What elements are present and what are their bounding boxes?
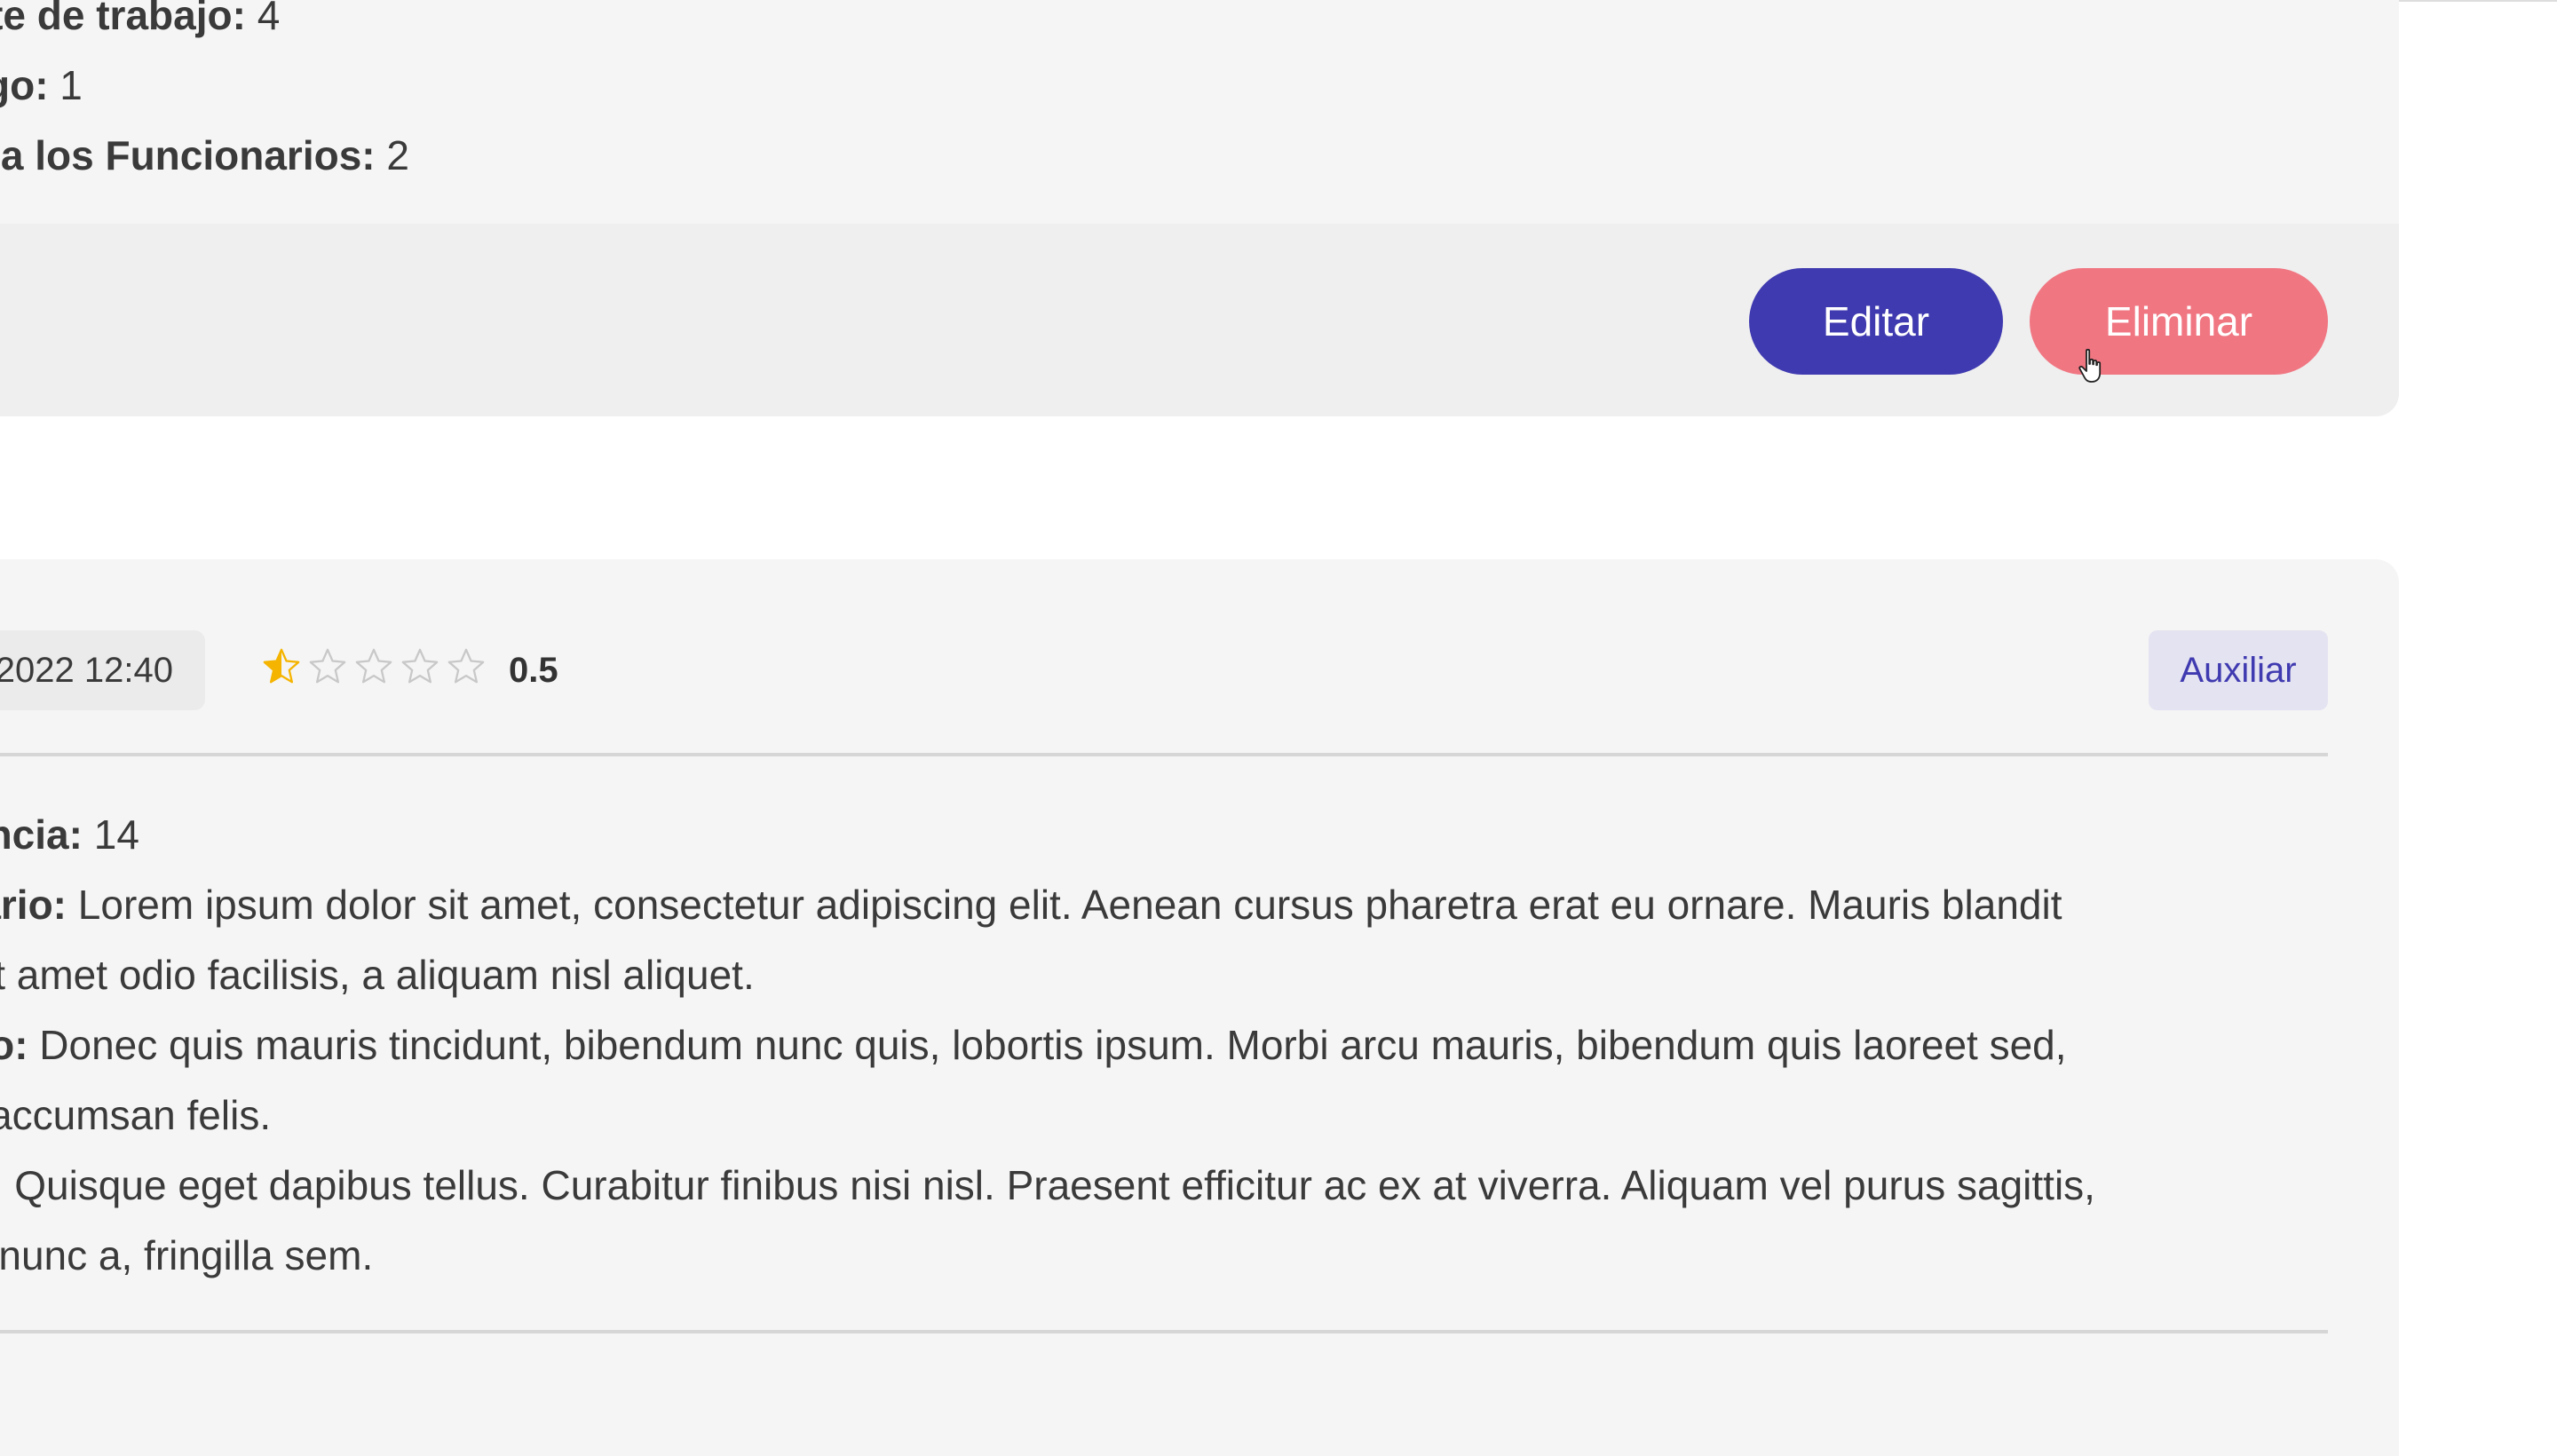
field-comment: tario: Lorem ipsum dolor sit amet, conse… xyxy=(0,881,2062,929)
field-label: no: xyxy=(0,1022,28,1068)
field-label: encia: xyxy=(0,811,83,858)
field-label: o a los Funcionarios: xyxy=(0,132,376,178)
star-half-icon xyxy=(263,648,300,684)
review-card: nte de trabajo: 4 zgo: 1 o a los Funcion… xyxy=(0,0,2399,416)
field-value: Lorem ipsum dolor sit amet, consectetur … xyxy=(77,882,2062,928)
field-cons: o: Quisque eget dapibus tellus. Curabitu… xyxy=(0,1161,2095,1209)
edit-button[interactable]: Editar xyxy=(1749,268,2003,375)
field-value: sit amet odio facilisis, a aliquam nisl … xyxy=(0,952,755,998)
field-value: Donec quis mauris tincidunt, bibendum nu… xyxy=(39,1022,2067,1068)
field-value: 2 xyxy=(386,132,409,178)
date-chip: 2022 12:40 xyxy=(0,630,205,710)
field-value: Quisque eget dapibus tellus. Curabitur f… xyxy=(14,1162,2095,1208)
delete-button[interactable]: Eliminar xyxy=(2030,268,2328,375)
field-pros-continued: r accumsan felis. xyxy=(0,1091,271,1139)
divider xyxy=(0,753,2328,756)
field-value: 1 xyxy=(59,62,83,108)
star-empty-icon xyxy=(447,648,485,684)
rating-value: 0.5 xyxy=(509,651,558,690)
hand-cursor-icon xyxy=(2078,348,2102,383)
field-label: tario: xyxy=(0,882,67,928)
field-value: n nunc a, fringilla sem. xyxy=(0,1232,374,1278)
field-workload: nte de trabajo: 4 xyxy=(0,0,280,39)
star-empty-icon xyxy=(309,648,346,684)
star-empty-icon xyxy=(401,648,439,684)
card-actions-footer: Editar Eliminar xyxy=(0,224,2399,416)
top-divider xyxy=(2399,0,2557,2)
field-comment-continued: sit amet odio facilisis, a aliquam nisl … xyxy=(0,951,755,999)
field-label: o: xyxy=(0,1162,3,1208)
field-value: r accumsan felis. xyxy=(0,1092,272,1138)
field-treatment-staff: o a los Funcionarios: 2 xyxy=(0,131,409,179)
field-risk: zgo: 1 xyxy=(0,61,83,109)
review-card: 2022 12:40 0.5 Auxiliar cia: 14 rio: Lor… xyxy=(0,559,2399,1456)
star-rating xyxy=(261,646,487,687)
field-cons-continued: n nunc a, fringilla sem. xyxy=(0,1231,373,1279)
star-empty-icon xyxy=(355,648,392,684)
review-date: 2022 12:40 xyxy=(0,651,173,690)
field-label: zgo: xyxy=(0,62,49,108)
field-pros: no: Donec quis mauris tincidunt, bibendu… xyxy=(0,1021,2067,1069)
field-experience: encia: 14 xyxy=(0,811,139,859)
field-label: nte de trabajo: xyxy=(0,0,246,38)
divider xyxy=(0,1330,2328,1333)
field-value: 4 xyxy=(257,0,281,38)
field-value: 14 xyxy=(93,811,139,858)
viewport: nte de trabajo: 4 zgo: 1 o a los Funcion… xyxy=(0,0,2557,1456)
role-badge: Auxiliar xyxy=(2149,630,2328,710)
